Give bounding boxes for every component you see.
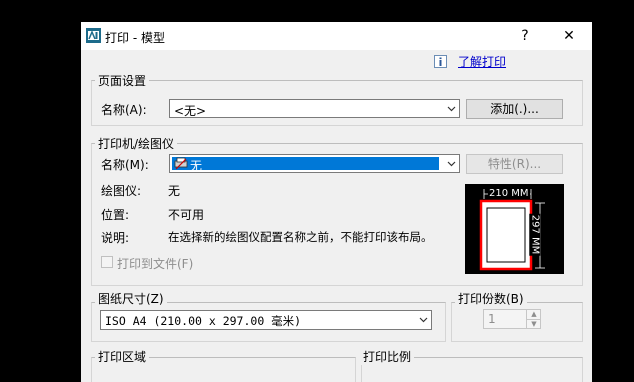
print-to-file-label[interactable]: 打印到文件(F) bbox=[117, 255, 193, 272]
plotter-value: 无 bbox=[168, 184, 181, 198]
window-title: 打印 - 模型 bbox=[105, 31, 165, 45]
plotter-label: 绘图仪: bbox=[101, 184, 142, 198]
plot-area-title: 打印区域 bbox=[95, 348, 150, 365]
help-button[interactable]: ? bbox=[510, 24, 540, 48]
page-setup-name-label: 名称(A): bbox=[101, 103, 147, 117]
plotter-icon bbox=[174, 157, 188, 170]
paper-size-value: ISO A4 (210.00 x 297.00 毫米) bbox=[105, 314, 302, 328]
title-bar: 打印 - 模型 ? ✕ bbox=[81, 22, 592, 50]
print-to-file-checkbox[interactable] bbox=[101, 256, 113, 268]
close-button[interactable]: ✕ bbox=[554, 24, 584, 48]
info-icon bbox=[434, 55, 447, 68]
page-setup-name-select[interactable]: <无> bbox=[169, 99, 460, 118]
spin-up-icon[interactable]: ▲ bbox=[526, 310, 541, 319]
copies-spinner[interactable]: 1 ▲ ▼ bbox=[483, 309, 541, 329]
chevron-down-icon bbox=[419, 317, 428, 323]
selection-highlight bbox=[172, 157, 439, 170]
copies-title: 打印份数(B) bbox=[455, 290, 527, 307]
chevron-down-icon bbox=[447, 106, 456, 112]
plot-scale-title: 打印比例 bbox=[360, 348, 415, 365]
paper-preview: 210 MM 297 MM bbox=[465, 184, 564, 274]
paper-size-select[interactable]: ISO A4 (210.00 x 297.00 毫米) bbox=[100, 310, 432, 330]
autocad-app-icon bbox=[86, 28, 101, 43]
printer-title: 打印机/绘图仪 bbox=[95, 135, 178, 152]
printer-name-value: 无 bbox=[190, 159, 203, 173]
preview-width-label: 210 MM bbox=[488, 188, 530, 199]
paper-size-title: 图纸尺寸(Z) bbox=[95, 290, 167, 307]
printer-name-select[interactable]: 无 bbox=[169, 154, 460, 173]
printer-properties-button[interactable]: 特性(R)... bbox=[466, 154, 563, 174]
location-label: 位置: bbox=[101, 208, 130, 222]
printer-name-label: 名称(M): bbox=[101, 158, 149, 172]
spin-down-icon[interactable]: ▼ bbox=[526, 319, 541, 329]
page-setup-title: 页面设置 bbox=[95, 72, 150, 89]
chevron-down-icon bbox=[447, 161, 456, 167]
location-value: 不可用 bbox=[168, 208, 205, 222]
page-setup-name-value: <无> bbox=[174, 104, 207, 118]
add-page-setup-button[interactable]: 添加(.)... bbox=[466, 99, 563, 119]
description-value: 在选择新的绘图仪配置名称之前，不能打印该布局。 bbox=[168, 230, 433, 244]
learn-print-link[interactable]: 了解打印 bbox=[458, 53, 506, 70]
description-label: 说明: bbox=[101, 231, 130, 245]
print-dialog: 打印 - 模型 ? ✕ 了解打印 页面设置 名称(A): <无> 添加(.)..… bbox=[81, 22, 592, 382]
copies-value: 1 bbox=[488, 312, 496, 326]
preview-height-label: 297 MM bbox=[529, 213, 541, 256]
